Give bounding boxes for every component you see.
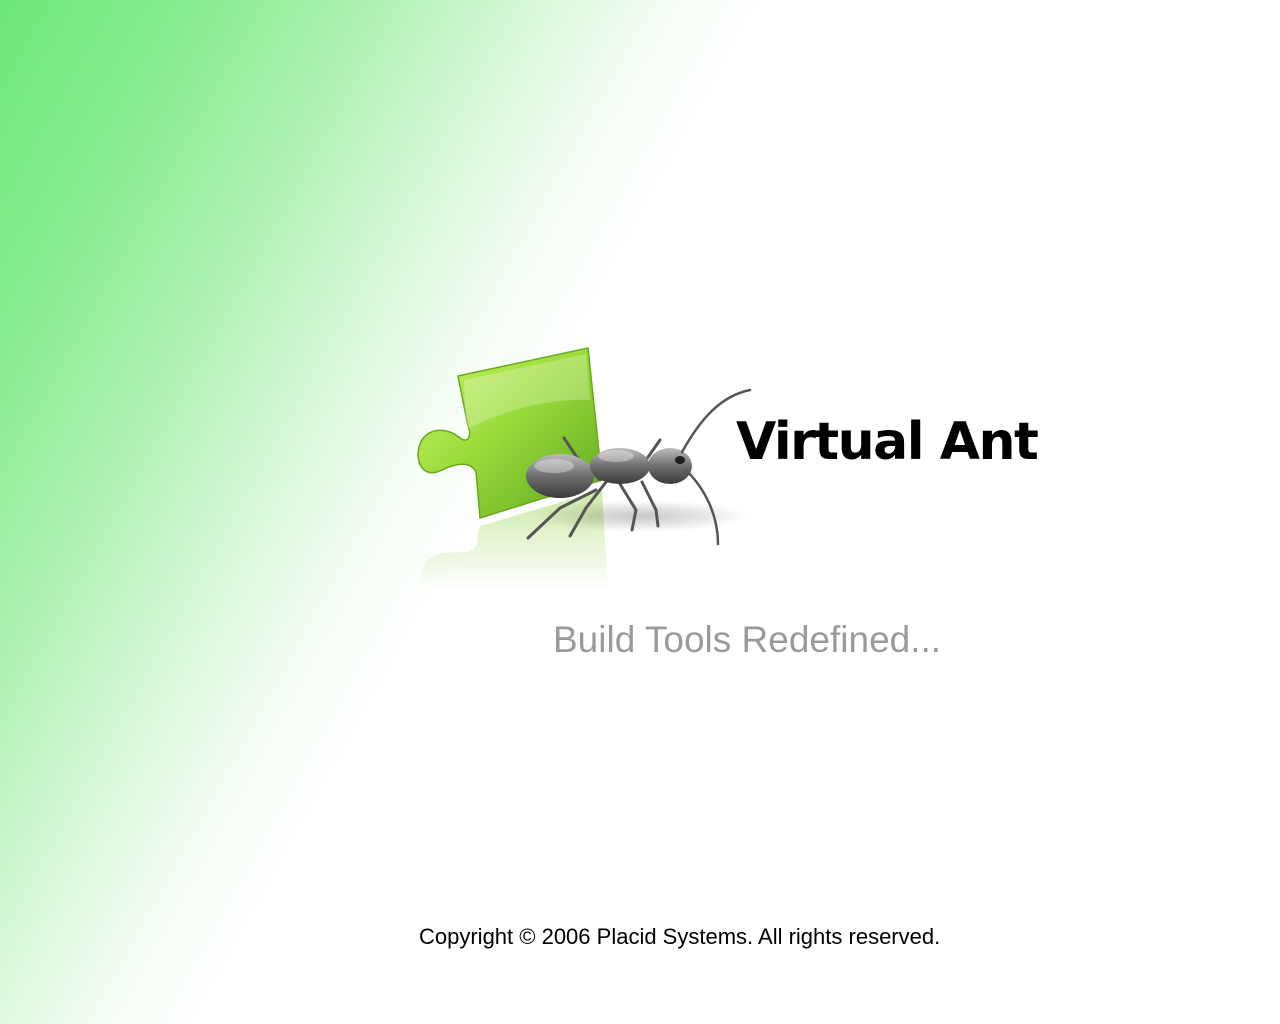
splash-screen: Virtual Ant Build Tools Redefined... Cop… <box>0 0 1280 1024</box>
product-name: Virtual Ant <box>736 412 1039 472</box>
copyright-notice: Copyright © 2006 Placid Systems. All rig… <box>419 924 941 949</box>
product-logo <box>410 340 760 600</box>
tagline: Build Tools Redefined... <box>553 619 942 660</box>
